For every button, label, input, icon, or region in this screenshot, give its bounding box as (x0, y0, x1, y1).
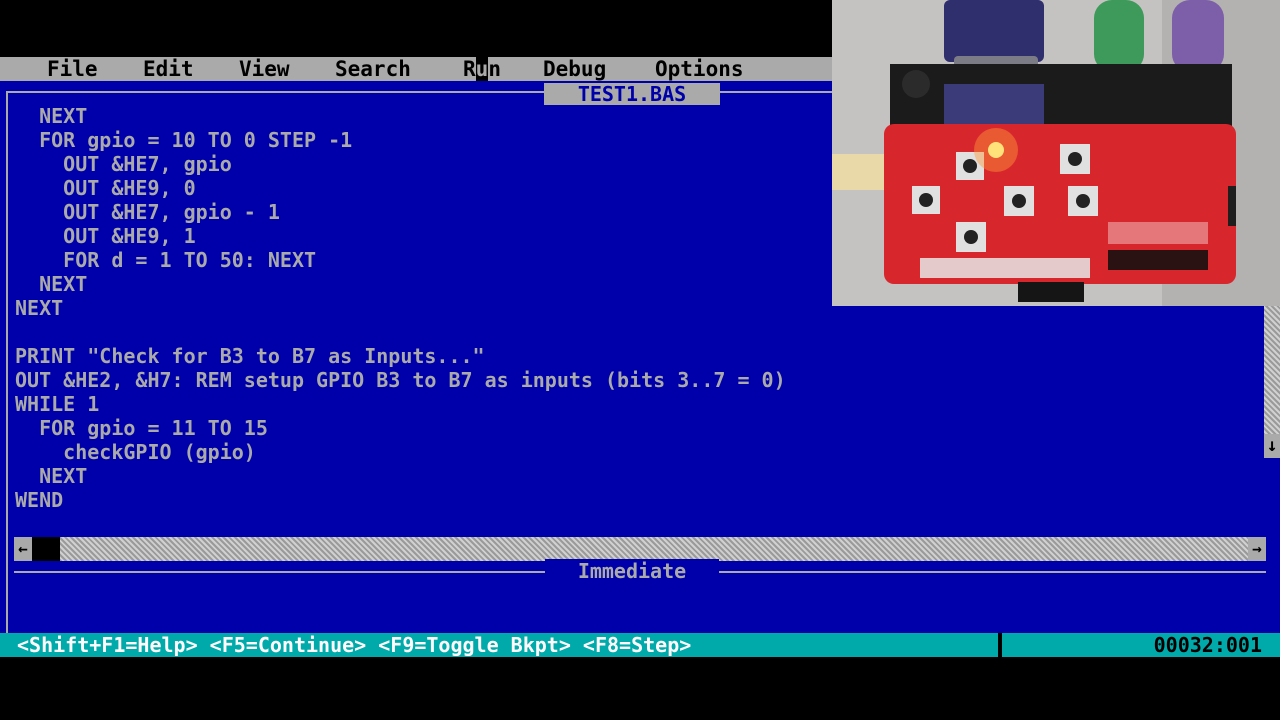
code-line[interactable]: WEND (15, 488, 1255, 512)
file-title[interactable]: TEST1.BAS (544, 83, 720, 105)
code-line[interactable]: FOR gpio = 11 TO 15 (15, 416, 1255, 440)
code-line[interactable]: PRINT "Check for B3 to B7 as Inputs..." (15, 344, 1255, 368)
camera-overlay (832, 0, 1280, 306)
horizontal-scrollbar[interactable]: ← → (14, 537, 1266, 561)
code-line[interactable]: WHILE 1 (15, 392, 1255, 416)
down-arrow-icon[interactable]: ↓ (1264, 434, 1280, 458)
menu-debug[interactable]: Debug (543, 57, 606, 81)
immediate-window[interactable] (14, 585, 1266, 631)
editor-frame-left (6, 91, 8, 633)
code-line[interactable]: OUT &HE2, &H7: REM setup GPIO B3 to B7 a… (15, 368, 1255, 392)
status-bar: <Shift+F1=Help> <F5=Continue> <F9=Toggle… (0, 633, 1280, 657)
menu-run[interactable]: Run (463, 57, 501, 81)
left-arrow-icon[interactable]: ← (14, 537, 32, 561)
cursor-position: 00032:001 (1153, 633, 1262, 657)
menu-search[interactable]: Search (335, 57, 411, 81)
right-arrow-icon[interactable]: → (1248, 537, 1266, 561)
menu-options[interactable]: Options (655, 57, 744, 81)
menu-file[interactable]: File (47, 57, 98, 81)
menu-edit[interactable]: Edit (143, 57, 194, 81)
code-line[interactable] (15, 320, 1255, 344)
menu-view[interactable]: View (239, 57, 290, 81)
dev-board-photo (832, 0, 1280, 306)
immediate-title: Immediate (545, 559, 719, 583)
code-line[interactable]: NEXT (15, 464, 1255, 488)
code-line[interactable]: checkGPIO (gpio) (15, 440, 1255, 464)
status-separator (998, 633, 1002, 657)
status-help-keys: <Shift+F1=Help> <F5=Continue> <F9=Toggle… (17, 633, 692, 657)
horizontal-scroll-thumb[interactable] (32, 537, 60, 561)
